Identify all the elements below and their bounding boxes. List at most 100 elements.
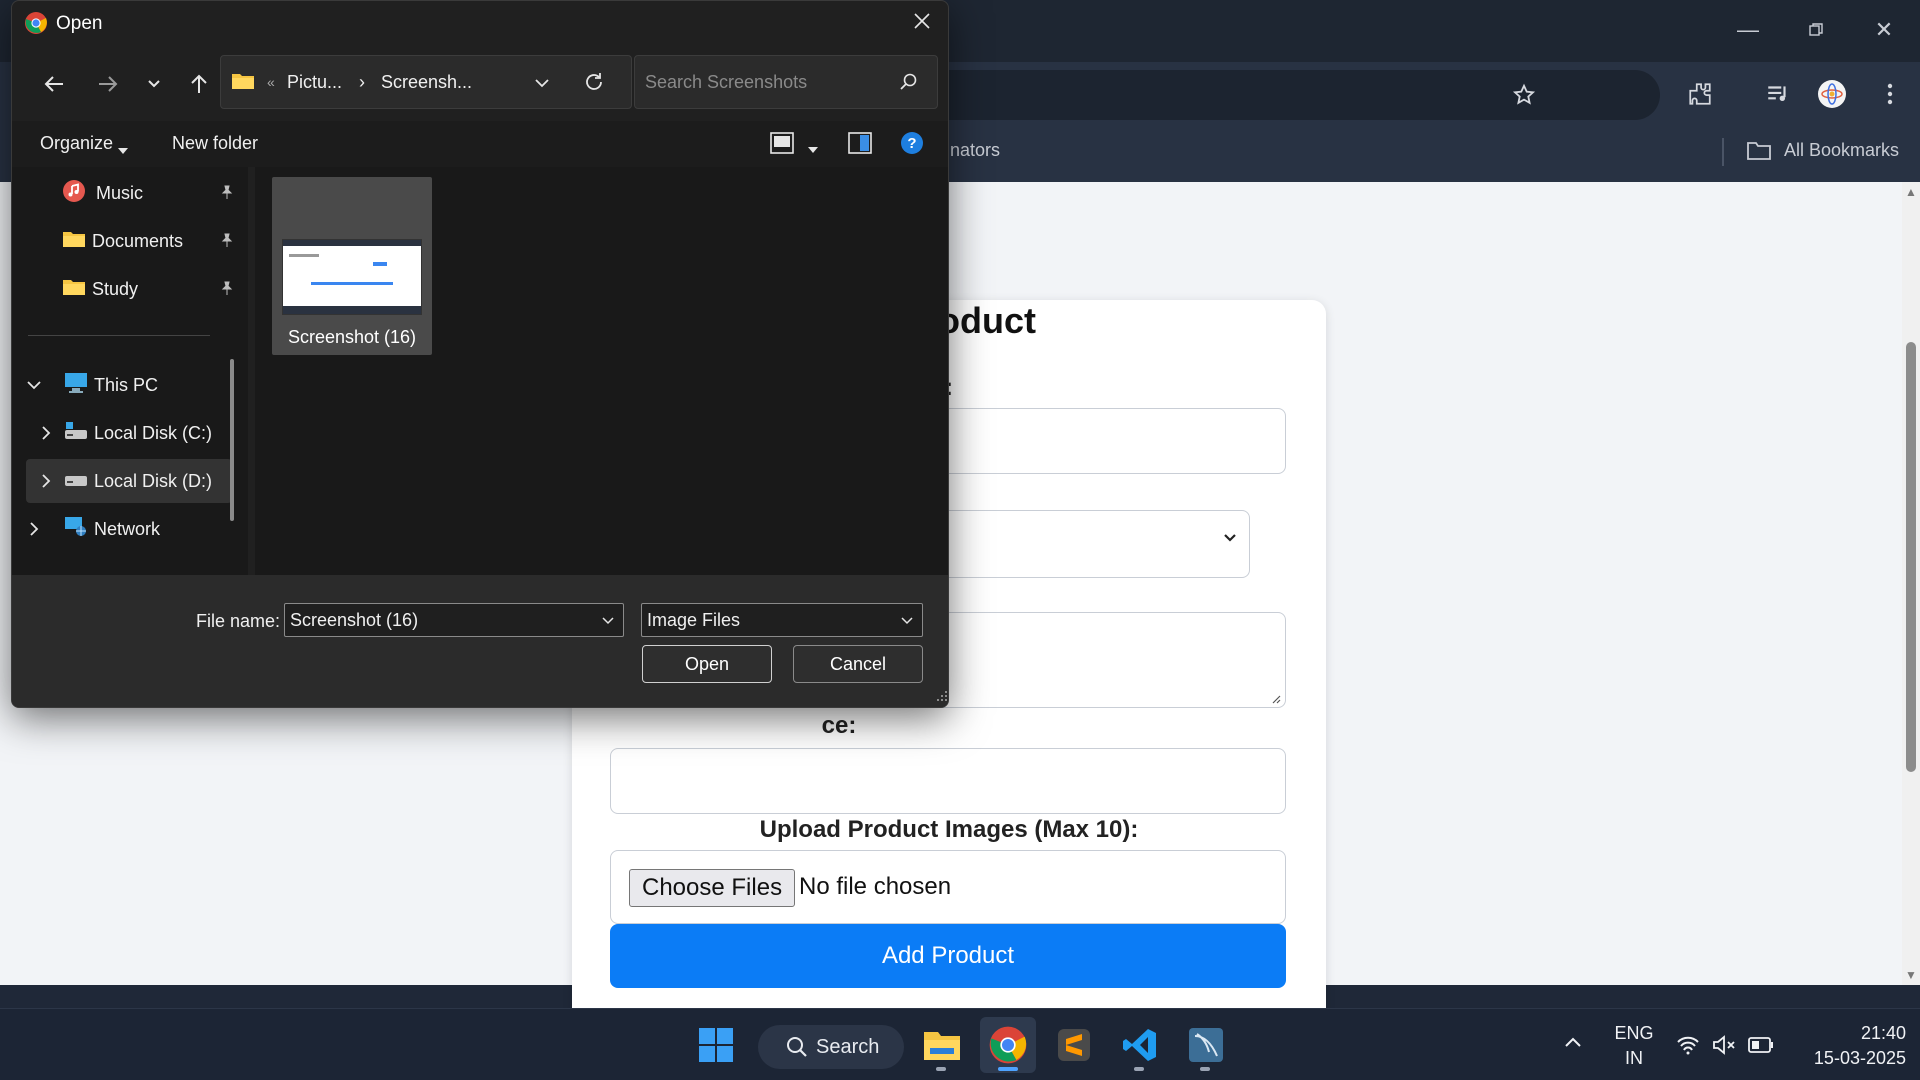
nav-pane-scrollbar[interactable]: [230, 359, 234, 521]
clock[interactable]: 21:40 15-03-2025: [1786, 1023, 1906, 1069]
file-name-input[interactable]: Screenshot (16): [284, 603, 624, 637]
scroll-thumb[interactable]: [1906, 342, 1916, 772]
dialog-search-input[interactable]: Search Screenshots: [634, 55, 938, 109]
address-dropdown-chevron-icon[interactable]: [533, 74, 551, 97]
dialog-close-icon[interactable]: [912, 11, 936, 35]
forward-arrow-icon[interactable]: [88, 64, 128, 104]
chevron-down-icon[interactable]: [900, 614, 914, 628]
dialog-navigation-pane: Music Documents Study This PC Local Disk…: [12, 167, 248, 575]
tree-item-local-disk-d[interactable]: Local Disk (D:): [26, 459, 232, 503]
dialog-title: Open: [56, 13, 103, 34]
database-app[interactable]: [1178, 1017, 1234, 1073]
all-bookmarks-button[interactable]: All Bookmarks: [1784, 140, 1899, 161]
file-status-text: No file chosen: [799, 873, 952, 900]
taskbar: Search ENG IN 21:40 15-03-2025: [0, 1008, 1920, 1080]
search-icon[interactable]: [899, 72, 919, 97]
sublime-text-app[interactable]: [1046, 1017, 1102, 1073]
restore-icon[interactable]: [1794, 10, 1838, 50]
nav-item-label: Documents: [92, 230, 184, 251]
choose-files-button[interactable]: Choose Files: [629, 869, 796, 907]
page-scrollbar[interactable]: ▲ ▼: [1902, 182, 1920, 985]
extensions-icon[interactable]: [1680, 74, 1720, 114]
preview-pane-icon[interactable]: [848, 132, 872, 159]
chevron-right-icon[interactable]: [26, 521, 42, 537]
address-bar[interactable]: [900, 70, 1660, 120]
star-icon[interactable]: [1504, 75, 1544, 115]
new-folder-button[interactable]: New folder: [172, 133, 258, 154]
organize-dropdown-icon[interactable]: [118, 141, 128, 159]
price-input[interactable]: [610, 748, 1286, 814]
running-indicator: [936, 1067, 946, 1071]
tree-item-label: Local Disk (D:): [94, 470, 213, 491]
close-icon[interactable]: ✕: [1862, 10, 1906, 50]
vscode-icon: [1123, 1029, 1156, 1061]
refresh-icon[interactable]: [583, 71, 605, 98]
language-indicator[interactable]: ENG IN: [1612, 1023, 1656, 1069]
help-icon[interactable]: ?: [900, 131, 924, 160]
active-indicator: [998, 1067, 1018, 1071]
pane-divider[interactable]: [248, 167, 255, 575]
vscode-app[interactable]: [1112, 1017, 1168, 1073]
scroll-down-icon[interactable]: ▼: [1905, 969, 1917, 981]
wifi-icon[interactable]: [1676, 1035, 1700, 1060]
add-product-button[interactable]: Add Product: [610, 924, 1286, 988]
up-arrow-icon[interactable]: [179, 64, 219, 104]
nav-item-study[interactable]: Study: [36, 267, 242, 311]
database-tool-icon: [1189, 1028, 1223, 1062]
minimize-icon[interactable]: —: [1726, 10, 1770, 50]
tree-item-this-pc[interactable]: This PC: [26, 363, 232, 407]
show-hidden-icons-chevron-icon[interactable]: [1564, 1035, 1582, 1053]
windows-icon: [699, 1028, 733, 1062]
chrome-icon: [24, 11, 48, 40]
resize-handle-icon[interactable]: [1271, 694, 1281, 704]
nav-divider: [28, 335, 210, 336]
bookmark-item[interactable]: nators: [950, 140, 1000, 161]
breadcrumb-separator-icon: ›: [359, 72, 365, 92]
back-arrow-icon[interactable]: [34, 64, 74, 104]
resize-grip-icon[interactable]: [936, 689, 948, 707]
open-button[interactable]: Open: [642, 645, 772, 683]
taskbar-search[interactable]: Search: [758, 1025, 904, 1069]
tree-item-local-disk-c[interactable]: Local Disk (C:): [26, 411, 232, 455]
tree-item-network[interactable]: Network: [26, 507, 232, 551]
file-tile[interactable]: Screenshot (16): [272, 177, 432, 355]
chevron-down-icon: [1224, 534, 1236, 542]
file-explorer-app[interactable]: [914, 1017, 970, 1073]
dialog-address-bar[interactable]: « Pictu... › Screensh...: [220, 55, 632, 109]
media-controls-icon[interactable]: [1758, 74, 1798, 114]
volume-muted-icon[interactable]: [1712, 1035, 1736, 1060]
cancel-button[interactable]: Cancel: [793, 645, 923, 683]
open-file-dialog: Open « Pictu... › Screensh... Search Scr…: [11, 0, 949, 708]
tree-item-label: Local Disk (C:): [94, 422, 213, 443]
tree-item-label: This PC: [94, 374, 159, 395]
file-name-value: Screenshot (16): [290, 610, 419, 630]
chevron-down-icon[interactable]: [26, 377, 42, 393]
breadcrumb-screenshots[interactable]: Screensh...: [381, 72, 472, 93]
overflow-chevrons-icon[interactable]: «: [267, 74, 275, 90]
file-name-label: Screenshot (16): [287, 327, 417, 347]
recent-locations-chevron-icon[interactable]: [134, 64, 174, 104]
scroll-up-icon[interactable]: ▲: [1905, 186, 1917, 198]
nav-item-documents[interactable]: Documents: [36, 219, 242, 263]
dialog-command-bar: Organize New folder ?: [12, 121, 948, 167]
battery-icon[interactable]: [1748, 1037, 1774, 1058]
file-input[interactable]: Choose Files No file chosen: [610, 850, 1286, 924]
chevron-right-icon[interactable]: [38, 473, 54, 489]
view-dropdown-icon[interactable]: [808, 140, 818, 158]
chevron-down-icon[interactable]: [601, 614, 615, 628]
nav-item-music[interactable]: Music: [36, 171, 242, 215]
breadcrumb-pictures[interactable]: Pictu...: [287, 72, 342, 93]
more-menu-icon[interactable]: [1870, 74, 1910, 114]
view-mode-icon[interactable]: [770, 132, 794, 159]
chrome-app[interactable]: [980, 1017, 1036, 1073]
music-icon: [36, 179, 85, 208]
chevron-right-icon[interactable]: [38, 425, 54, 441]
start-button[interactable]: [688, 1017, 744, 1073]
organize-menu[interactable]: Organize: [40, 133, 113, 154]
profile-avatar[interactable]: [1812, 74, 1852, 114]
file-thumbnail: [282, 239, 422, 315]
running-indicator: [1200, 1067, 1210, 1071]
file-type-select[interactable]: Image Files: [641, 603, 923, 637]
svg-text:?: ?: [907, 135, 916, 152]
dialog-titlebar: Open: [12, 1, 948, 45]
